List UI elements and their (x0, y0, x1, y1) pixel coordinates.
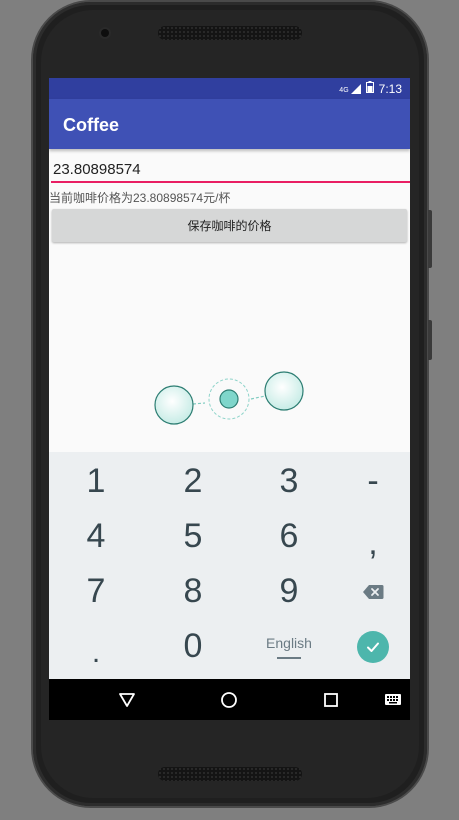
key-4[interactable]: 4 (51, 509, 141, 564)
language-label: English (266, 634, 312, 651)
battery-icon (365, 81, 374, 96)
key-7[interactable]: 7 (51, 564, 141, 619)
key-comma[interactable]: , (328, 516, 410, 571)
status-bar: 4G 7:13 (49, 78, 410, 99)
key-1[interactable]: 1 (51, 454, 141, 509)
current-price-text: 当前咖啡价格为23.80898574元/杯 (49, 191, 231, 205)
key-3[interactable]: 3 (244, 454, 334, 509)
earpiece-speaker (158, 26, 302, 40)
clock: 7:13 (378, 81, 402, 96)
key-6[interactable]: 6 (244, 509, 334, 564)
key-backspace[interactable] (328, 564, 410, 619)
app-bar: Coffee (49, 99, 410, 149)
key-minus[interactable]: - (328, 454, 410, 509)
key-0[interactable]: 0 (148, 619, 238, 674)
key-period[interactable]: . (51, 621, 141, 676)
backspace-icon (363, 584, 384, 599)
save-price-button[interactable]: 保存咖啡的价格 (52, 209, 407, 242)
loading-animation (154, 371, 304, 425)
enter-key[interactable] (328, 619, 410, 674)
bottom-speaker (158, 767, 302, 781)
key-5[interactable]: 5 (148, 509, 238, 564)
app-title: Coffee (63, 115, 120, 135)
key-2[interactable]: 2 (148, 454, 238, 509)
key-9[interactable]: 9 (244, 564, 334, 619)
enter-check-icon (357, 630, 389, 663)
front-camera (101, 29, 109, 37)
screen: 4G 7:13 Coffee 当前咖啡价格为23.80898574元/杯 保存咖… (49, 78, 410, 720)
keyboard-switch-icon[interactable] (382, 689, 404, 711)
numeric-keyboard: 1 2 3 - 4 5 6 , 7 8 9 . 0 English (49, 452, 410, 679)
navigation-bar (49, 679, 410, 720)
volume-button (428, 210, 432, 268)
recents-icon[interactable] (320, 689, 342, 711)
price-input[interactable] (51, 157, 410, 183)
power-button (428, 320, 432, 360)
signal-icon: 4G (339, 83, 361, 94)
back-icon[interactable] (116, 689, 138, 711)
language-switch-key[interactable]: English (244, 619, 334, 674)
language-underline (277, 656, 301, 659)
save-price-button-label: 保存咖啡的价格 (187, 219, 272, 233)
network-type-label: 4G (339, 86, 349, 94)
key-8[interactable]: 8 (148, 564, 238, 619)
home-icon[interactable] (218, 689, 240, 711)
